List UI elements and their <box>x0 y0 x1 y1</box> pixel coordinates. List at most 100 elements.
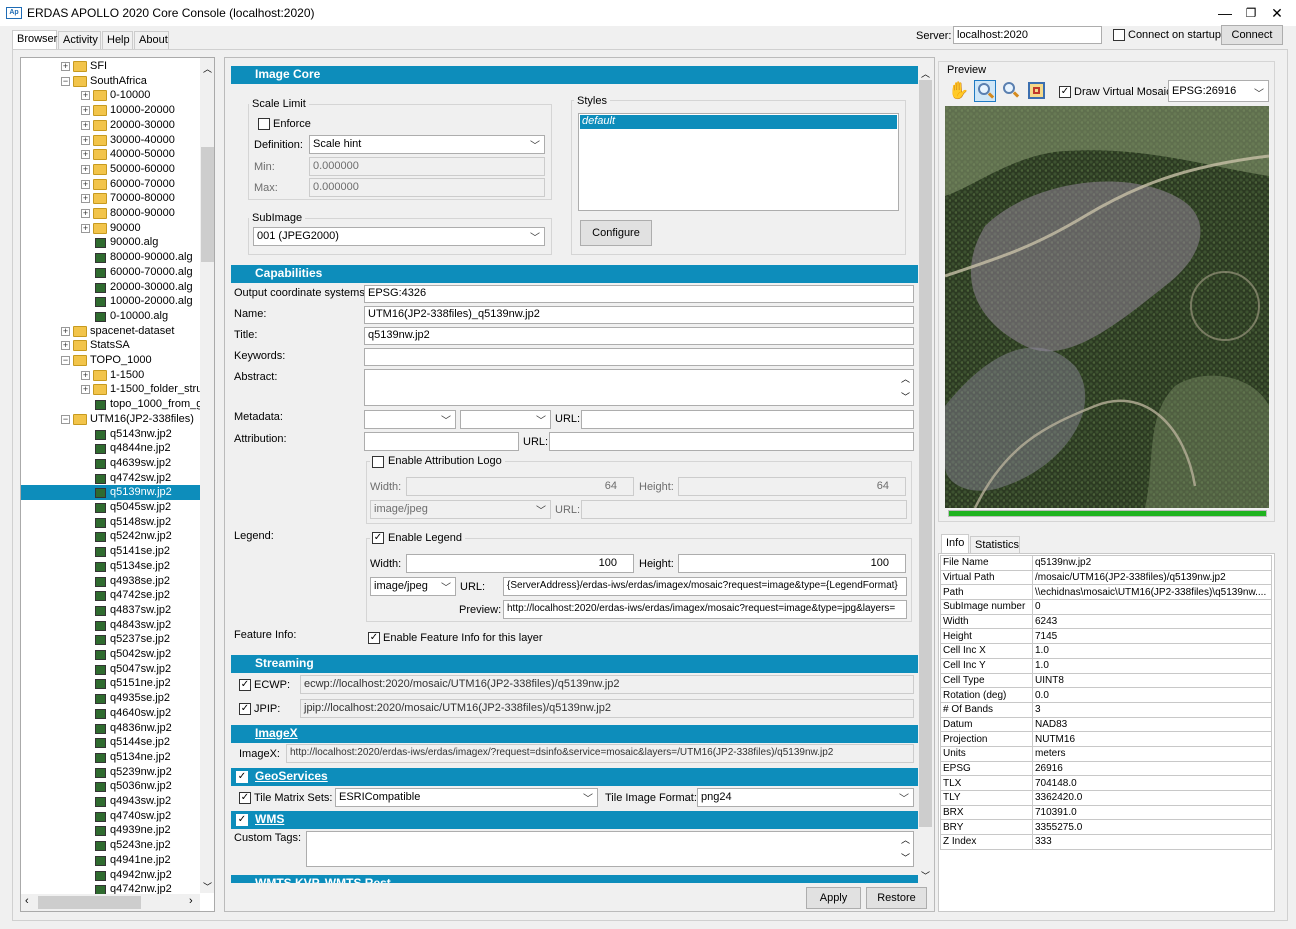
tree-folder-item[interactable]: +90000 <box>21 221 200 236</box>
legend-format-select[interactable]: image/jpeg ﹀ <box>370 577 456 596</box>
tree-file-item[interactable]: q5134se.jp2 <box>21 559 200 574</box>
jpip-input[interactable]: jpip://localhost:2020/mosaic/UTM16(JP2-3… <box>300 699 914 718</box>
tree-file-item[interactable]: q5242nw.jp2 <box>21 529 200 544</box>
scroll-up-icon[interactable]: ︿ <box>203 62 212 75</box>
expand-icon[interactable]: + <box>81 150 90 160</box>
max-input[interactable]: 0.000000 <box>309 178 545 197</box>
logo-url-input[interactable] <box>581 500 907 519</box>
scroll-down-icon[interactable]: ﹀ <box>921 869 930 882</box>
zoom-out-icon[interactable] <box>1000 80 1022 102</box>
custom-tags-textarea[interactable]: ︿ ﹀ <box>306 831 914 867</box>
tree-file-item[interactable]: q5239nw.jp2 <box>21 765 200 780</box>
tree-folder-item[interactable]: +0-10000 <box>21 88 200 103</box>
tree-file-item[interactable]: q5141se.jp2 <box>21 544 200 559</box>
tree-file-item[interactable]: q4935se.jp2 <box>21 691 200 706</box>
tree-folder-item[interactable]: +60000-70000 <box>21 177 200 192</box>
legend-width-input[interactable]: 100 <box>406 554 634 573</box>
tree-folder-item[interactable]: − TOPO_1000 <box>21 353 200 368</box>
section-image-core[interactable]: Image Core <box>231 66 918 84</box>
expand-icon[interactable]: + <box>81 179 90 189</box>
ecwp-input[interactable]: ecwp://localhost:2020/mosaic/UTM16(JP2-3… <box>300 675 914 694</box>
tree-folder-item[interactable]: +30000-40000 <box>21 133 200 148</box>
expand-icon[interactable]: + <box>81 120 90 130</box>
tree-file-item[interactable]: q4938se.jp2 <box>21 574 200 589</box>
title-input[interactable]: q5139nw.jp2 <box>364 327 914 345</box>
tile-matrix-checkbox[interactable]: ✓ <box>239 792 251 804</box>
apply-button[interactable]: Apply <box>806 887 861 909</box>
tree-folder-item[interactable]: +10000-20000 <box>21 103 200 118</box>
tree-hscrollbar[interactable]: ‹ › <box>21 894 200 911</box>
tree-file-item[interactable]: q5237se.jp2 <box>21 632 200 647</box>
tree-folder-item[interactable]: + spacenet-dataset <box>21 324 200 339</box>
tree-file-item[interactable]: q5036nw.jp2 <box>21 779 200 794</box>
expand-icon[interactable]: + <box>81 135 90 145</box>
scroll-down-icon[interactable]: ﹀ <box>203 880 212 893</box>
tree-file-item[interactable]: q5144se.jp2 <box>21 735 200 750</box>
tree-file-item[interactable]: 0-10000.alg <box>21 309 200 324</box>
section-capabilities[interactable]: Capabilities <box>231 265 918 283</box>
tree-file-item[interactable]: q5042sw.jp2 <box>21 647 200 662</box>
definition-select[interactable]: Scale hint ﹀ <box>309 135 545 154</box>
catalog-tree[interactable]: + SFI − SouthAfrica +0-10000 +10000-20000 +200… <box>20 57 215 912</box>
tree-file-item[interactable]: q5047sw.jp2 <box>21 662 200 677</box>
collapse-icon[interactable]: − <box>61 356 70 365</box>
tree-file-item[interactable]: q4942nw.jp2 <box>21 868 200 883</box>
tree-file-item[interactable]: q4742se.jp2 <box>21 588 200 603</box>
styles-list[interactable]: default <box>578 113 899 211</box>
configure-button[interactable]: Configure <box>580 220 652 246</box>
tree-file-item[interactable]: q4837sw.jp2 <box>21 603 200 618</box>
close-icon[interactable]: ✕ <box>1266 4 1288 22</box>
tree-file-item[interactable]: q4844ne.jp2 <box>21 441 200 456</box>
geoservices-checkbox[interactable]: ✓ <box>236 771 248 783</box>
logo-format-select[interactable]: image/jpeg ﹀ <box>370 500 551 519</box>
logo-width-input[interactable]: 64 <box>406 477 634 496</box>
section-streaming[interactable]: Streaming <box>231 655 918 673</box>
tree-folder-item[interactable]: + SFI <box>21 59 200 74</box>
tree-file-item[interactable]: q4836nw.jp2 <box>21 721 200 736</box>
pan-icon[interactable]: ✋ <box>948 80 970 102</box>
tab-activity[interactable]: Activity <box>58 31 101 49</box>
tree-file-item[interactable]: q5045sw.jp2 <box>21 500 200 515</box>
tree-folder-item[interactable]: +20000-30000 <box>21 118 200 133</box>
tab-info[interactable]: Info <box>941 534 969 554</box>
name-input[interactable]: UTM16(JP2-338files)_q5139nw.jp2 <box>364 306 914 324</box>
scroll-left-icon[interactable]: ‹ <box>25 895 29 907</box>
tree-folder-item[interactable]: − SouthAfrica <box>21 74 200 89</box>
scroll-down-icon[interactable]: ﹀ <box>901 390 910 403</box>
tree-file-item[interactable]: q4941ne.jp2 <box>21 853 200 868</box>
connect-button[interactable]: Connect <box>1221 25 1283 45</box>
tree-file-item[interactable]: q4640sw.jp2 <box>21 706 200 721</box>
tree-file-item[interactable]: q4639sw.jp2 <box>21 456 200 471</box>
tree-file-item[interactable]: q5143nw.jp2 <box>21 427 200 442</box>
wms-checkbox[interactable]: ✓ <box>236 814 248 826</box>
scroll-down-icon[interactable]: ﹀ <box>901 851 910 864</box>
server-input[interactable]: localhost:2020 <box>953 26 1102 44</box>
minimize-icon[interactable]: — <box>1214 4 1236 22</box>
expand-icon[interactable]: + <box>81 106 90 116</box>
logo-height-input[interactable]: 64 <box>678 477 906 496</box>
tree-hscroll-thumb[interactable] <box>38 896 141 909</box>
output-cs-input[interactable]: EPSG:4326 <box>364 285 914 303</box>
jpip-checkbox[interactable]: ✓ <box>239 703 251 715</box>
expand-icon[interactable]: + <box>81 194 90 204</box>
enable-feature-info-checkbox[interactable]: ✓ <box>368 632 380 644</box>
expand-icon[interactable]: + <box>81 385 90 395</box>
metadata-type-select[interactable]: ﹀ <box>364 410 456 429</box>
tab-about[interactable]: About <box>134 31 169 49</box>
tree-file-item[interactable]: 20000-30000.alg <box>21 280 200 295</box>
preview-image[interactable] <box>945 106 1269 508</box>
imagex-input[interactable]: http://localhost:2020/erdas-iws/erdas/im… <box>286 744 914 763</box>
legend-preview-input[interactable]: http://localhost:2020/erdas-iws/erdas/im… <box>503 600 907 619</box>
tree-folder-item[interactable]: + StatsSA <box>21 338 200 353</box>
tree-file-item[interactable]: 80000-90000.alg <box>21 250 200 265</box>
tree-file-item[interactable]: q4843sw.jp2 <box>21 618 200 633</box>
attribution-url-input[interactable] <box>549 432 914 451</box>
scroll-right-icon[interactable]: › <box>189 895 193 907</box>
section-wmts-partial[interactable]: WMTS KVP, WMTS Rest <box>231 875 918 883</box>
tree-file-item[interactable]: q5134ne.jp2 <box>21 750 200 765</box>
epsg-select[interactable]: EPSG:26916 ﹀ <box>1168 80 1269 102</box>
collapse-icon[interactable]: − <box>61 414 70 424</box>
abstract-textarea[interactable]: ︿ ﹀ <box>364 369 914 406</box>
scroll-up-icon[interactable]: ︿ <box>901 833 910 846</box>
tree-file-item[interactable]: q5151ne.jp2 <box>21 676 200 691</box>
